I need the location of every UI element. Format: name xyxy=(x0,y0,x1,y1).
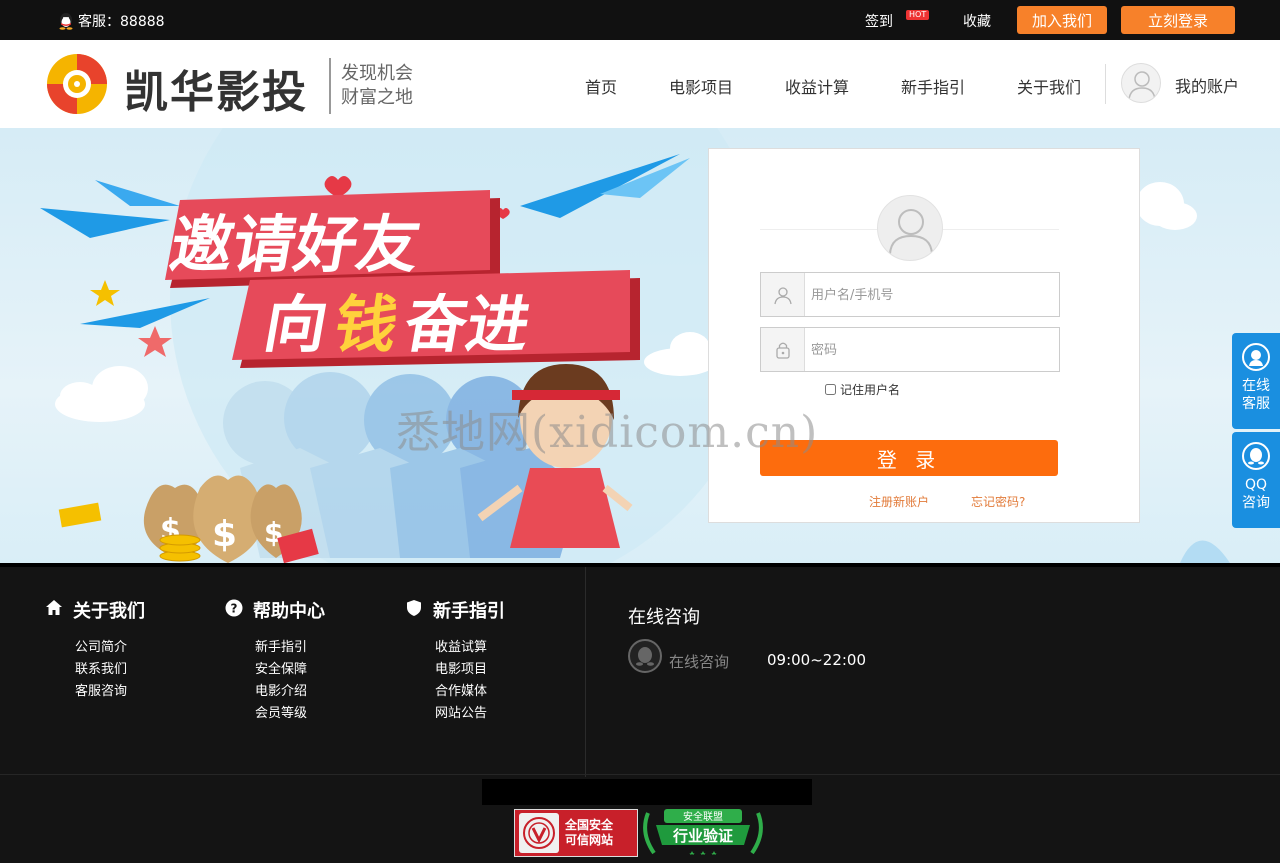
banner-headline-1: 邀请好友 xyxy=(165,208,426,280)
svg-text:$: $ xyxy=(212,514,237,555)
qq-penguin-icon xyxy=(58,12,74,30)
footer-link[interactable]: 新手指引 xyxy=(255,637,325,659)
footer-col-help: ? 帮助中心 新手指引 安全保障 电影介绍 会员等级 xyxy=(225,597,325,725)
qq-consult-line-1: QQ xyxy=(1244,477,1268,493)
nav-movie-projects[interactable]: 电影项目 xyxy=(669,74,733,98)
footer-col-title: 帮助中心 xyxy=(253,601,325,622)
help-icon: ? xyxy=(225,599,243,622)
badge2-main-text: 行业验证 xyxy=(672,827,733,845)
login-now-button[interactable]: 立刻登录 xyxy=(1121,6,1235,34)
online-service-side-button[interactable]: 在线 客服 xyxy=(1232,333,1280,429)
footer-link[interactable]: 电影项目 xyxy=(435,659,505,681)
footer-link[interactable]: 电影介绍 xyxy=(255,681,325,703)
remember-checkbox[interactable] xyxy=(825,384,836,395)
customer-service: 客服：88888 xyxy=(58,11,165,31)
home-icon xyxy=(45,599,63,622)
footer-col-guide: 新手指引 收益试算 电影项目 合作媒体 网站公告 xyxy=(405,597,505,725)
remember-label: 记住用户名 xyxy=(840,383,901,397)
lock-icon xyxy=(761,328,805,371)
consult-hours: 09:00~22:00 xyxy=(767,651,867,669)
login-avatar-icon xyxy=(877,195,943,261)
nav-earnings-calculator[interactable]: 收益计算 xyxy=(785,74,849,98)
login-form: 记住用户名 登 录 注册新账户 忘记密码? xyxy=(708,148,1140,523)
my-account-link[interactable]: 我的账户 xyxy=(1175,73,1239,97)
slogan-line-2: 财富之地 xyxy=(341,87,413,108)
logo-divider xyxy=(329,58,331,114)
username-field xyxy=(760,272,1060,317)
site-footer: 关于我们 公司简介 联系我们 客服咨询 ? 帮助中心 新手指引 安全保障 电影介… xyxy=(0,563,1280,863)
signin-link[interactable]: 签到 xyxy=(865,11,893,31)
banner-headline-2c: 奋进 xyxy=(399,288,536,360)
slogan: 发现机会 财富之地 xyxy=(341,62,413,110)
footer-link[interactable]: 联系我们 xyxy=(75,659,145,681)
site-header: 凯华影投 发现机会 财富之地 首页 电影项目 收益计算 新手指引 关于我们 我的… xyxy=(0,40,1280,128)
svg-text:?: ? xyxy=(231,601,238,615)
headset-icon xyxy=(1242,343,1270,371)
password-field xyxy=(760,327,1060,372)
nav-about-us[interactable]: 关于我们 xyxy=(1017,74,1081,98)
footer-divider xyxy=(585,567,586,777)
shield-icon xyxy=(405,599,423,622)
logo-film-reel-icon[interactable] xyxy=(45,52,109,116)
nav-home[interactable]: 首页 xyxy=(585,74,617,98)
logo-text: 凯华影投 xyxy=(124,67,308,118)
footer-bottom-line xyxy=(0,774,1280,775)
service-label: 客服：88888 xyxy=(78,14,165,30)
footer-link[interactable]: 公司简介 xyxy=(75,637,145,659)
badge2-top-text: 安全联盟 xyxy=(683,810,723,823)
footer-link[interactable]: 安全保障 xyxy=(255,659,325,681)
forgot-password-link[interactable]: 忘记密码? xyxy=(971,493,1025,510)
footer-link[interactable]: 客服咨询 xyxy=(75,681,145,703)
redacted-bar xyxy=(482,779,812,805)
footer-col-title: 新手指引 xyxy=(433,601,505,622)
online-service-line-2: 客服 xyxy=(1242,396,1270,412)
banner-headline-2b: 钱 xyxy=(329,288,404,360)
slogan-line-1: 发现机会 xyxy=(341,63,413,84)
nav-beginner-guide[interactable]: 新手指引 xyxy=(901,74,965,98)
top-bar: 客服：88888 签到 HOT 收藏 加入我们 立刻登录 xyxy=(0,0,1280,40)
register-link[interactable]: 注册新账户 xyxy=(869,493,929,510)
user-icon xyxy=(761,273,805,316)
badge1-line-2: 可信网站 xyxy=(565,833,614,847)
footer-link[interactable]: 合作媒体 xyxy=(435,681,505,703)
online-service-line-1: 在线 xyxy=(1242,378,1270,394)
nav-divider xyxy=(1105,64,1106,104)
remember-username[interactable]: 记住用户名 xyxy=(825,381,900,398)
favorite-link[interactable]: 收藏 xyxy=(963,11,991,31)
trusted-seal-icon xyxy=(519,813,559,853)
consult-label[interactable]: 在线咨询 xyxy=(669,651,729,672)
banner-headline-2a: 向 xyxy=(259,288,334,360)
footer-link[interactable]: 会员等级 xyxy=(255,703,325,725)
qq-consult-line-2: 咨询 xyxy=(1242,495,1270,511)
trusted-site-badge[interactable]: 全国安全 可信网站 xyxy=(514,809,638,857)
password-input[interactable] xyxy=(811,340,1051,360)
hot-badge: HOT xyxy=(906,10,930,20)
industry-verified-badge[interactable]: 安全联盟 行业验证 xyxy=(640,807,766,859)
user-avatar-icon[interactable] xyxy=(1121,63,1161,103)
footer-col-about: 关于我们 公司简介 联系我们 客服咨询 xyxy=(45,597,145,703)
badge1-line-1: 全国安全 xyxy=(565,818,614,832)
footer-col-title: 关于我们 xyxy=(73,601,145,622)
footer-link[interactable]: 收益试算 xyxy=(435,637,505,659)
join-us-button[interactable]: 加入我们 xyxy=(1017,6,1107,34)
qq-icon xyxy=(1242,442,1270,470)
consult-title: 在线咨询 xyxy=(628,607,700,628)
watermark: 悉地网(xidicom.cn) xyxy=(396,407,819,458)
qq-consult-side-button[interactable]: QQ 咨询 xyxy=(1232,432,1280,528)
username-input[interactable] xyxy=(811,285,1051,305)
footer-link[interactable]: 网站公告 xyxy=(435,703,505,725)
qq-consult-icon[interactable] xyxy=(628,639,662,673)
